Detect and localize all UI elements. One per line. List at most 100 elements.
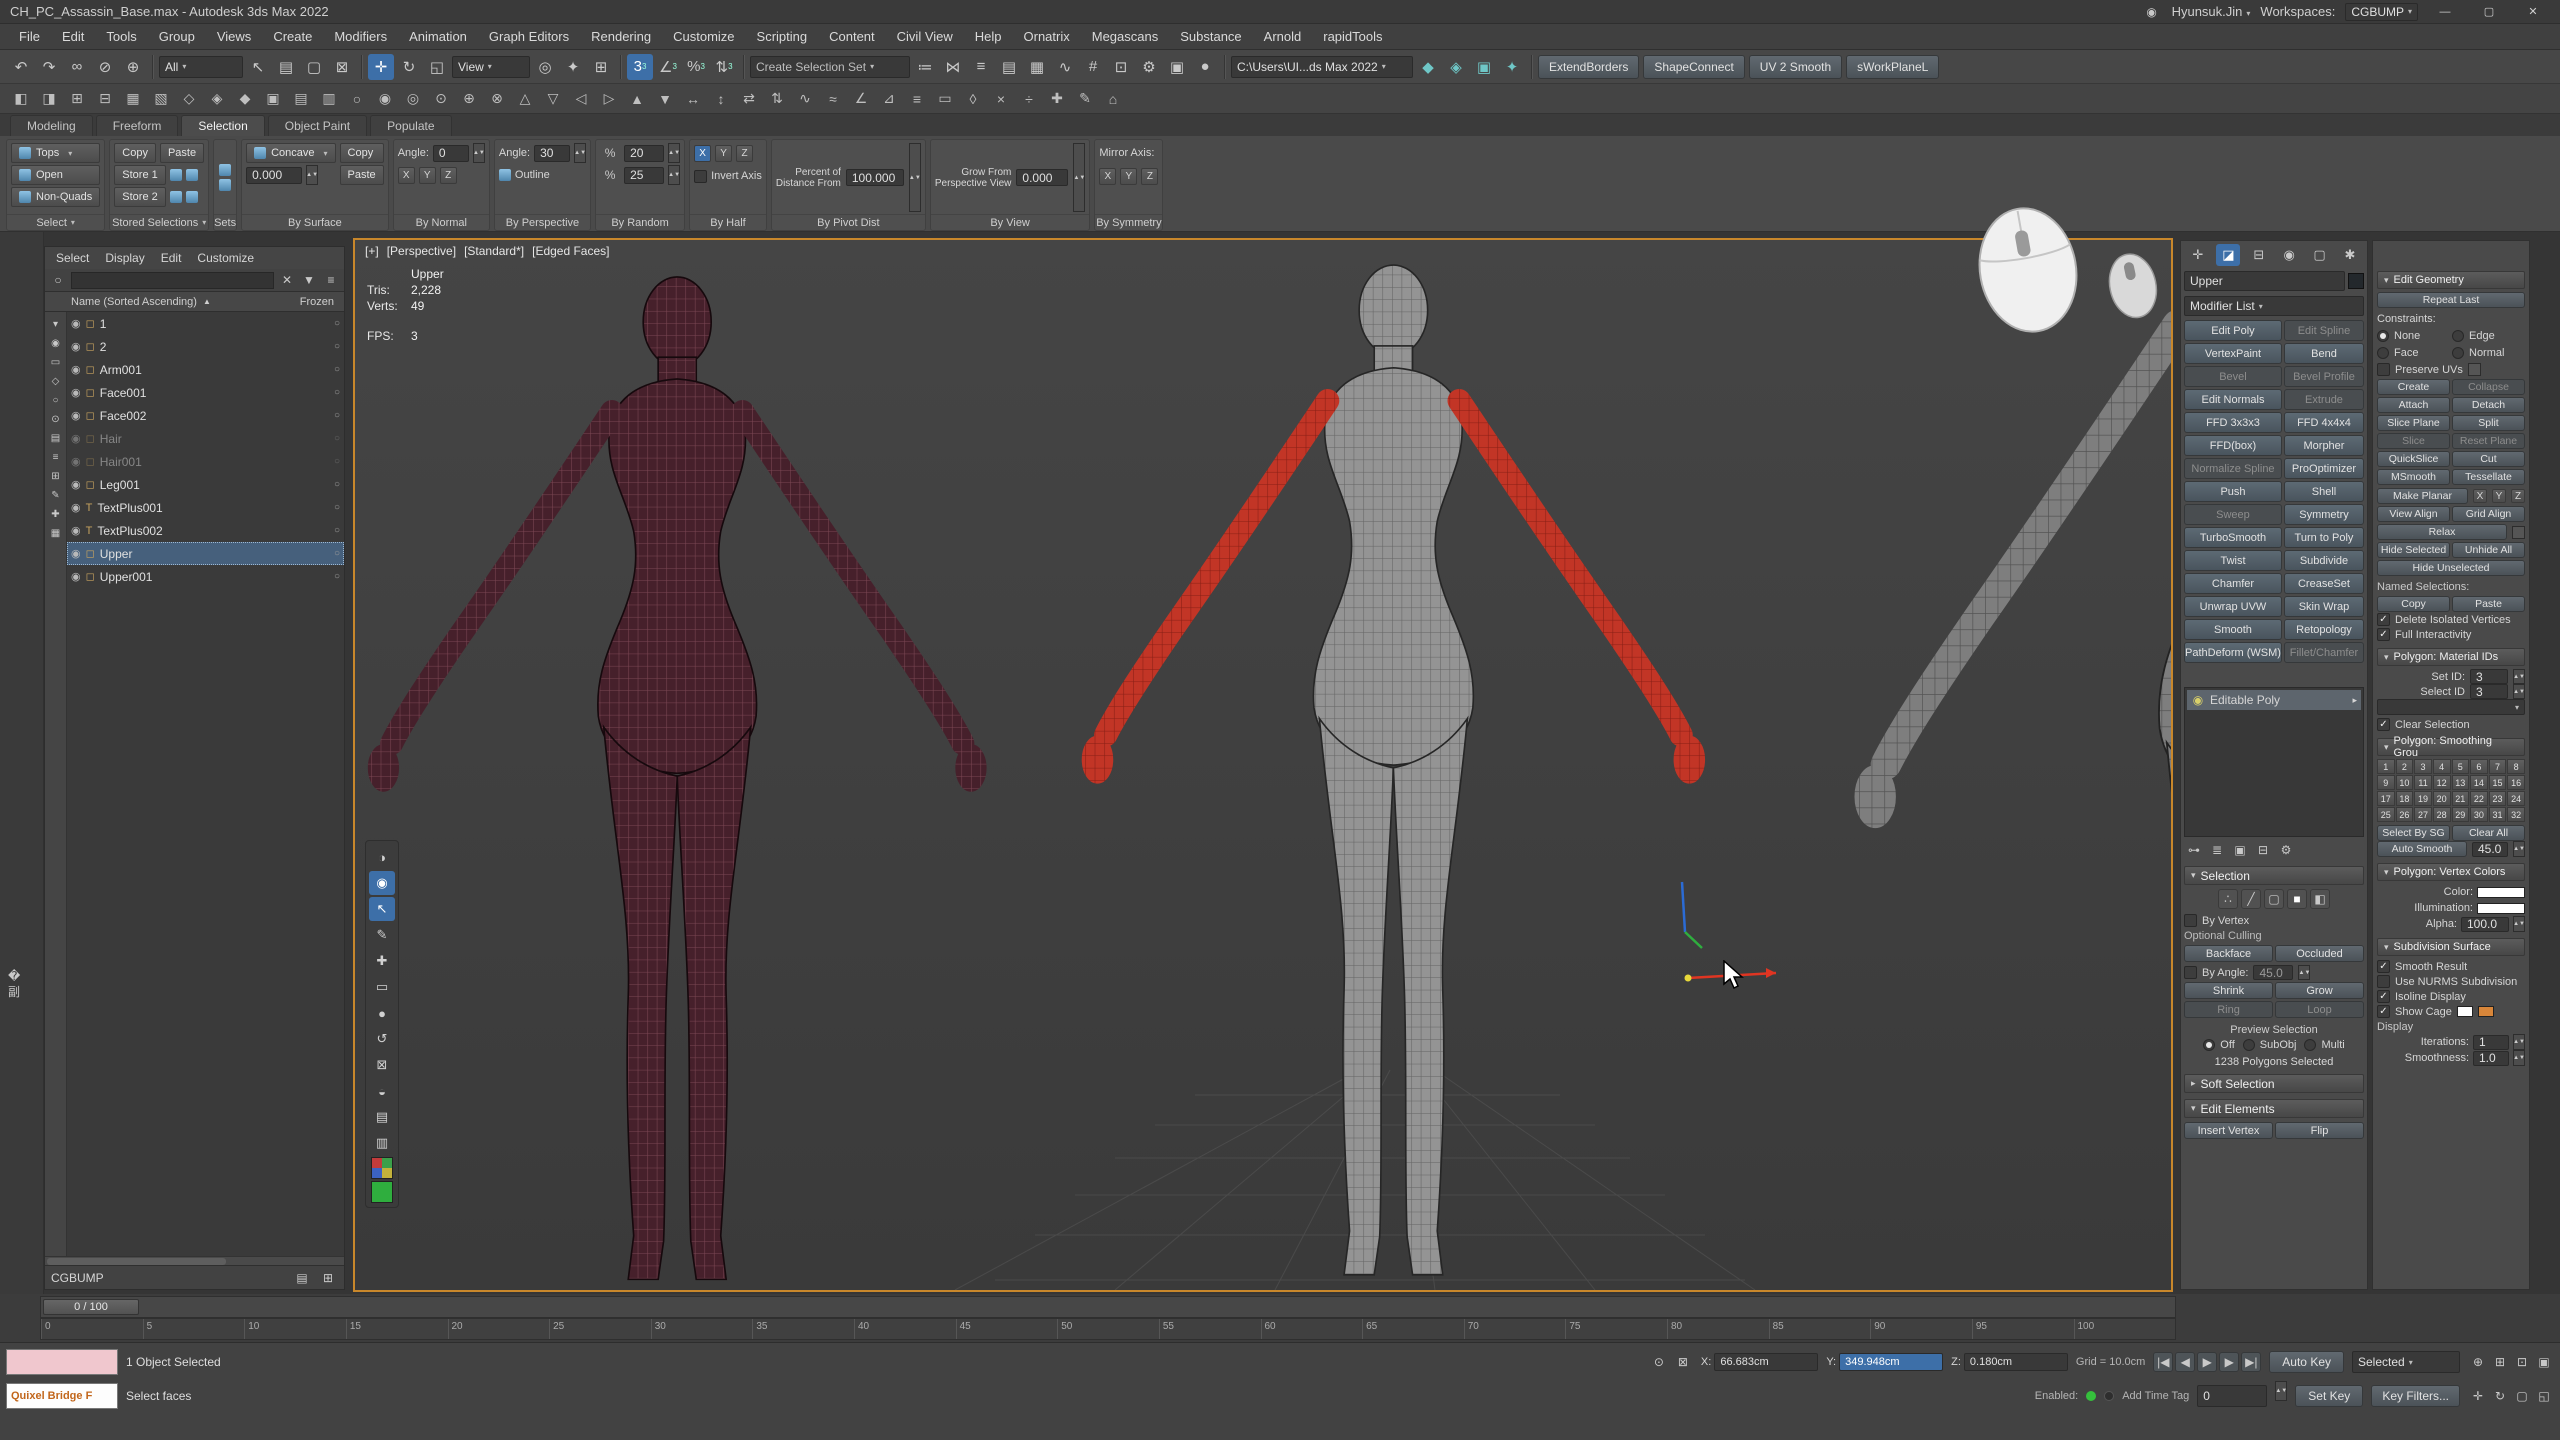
modifier-button[interactable]: Shell <box>2284 481 2364 502</box>
modifier-button[interactable]: Skin Wrap <box>2284 596 2364 617</box>
edit-named-sets-icon[interactable]: ≔ <box>912 54 938 80</box>
normal-axis-toggle[interactable]: X <box>398 167 415 184</box>
explorer-settings-icon[interactable]: ≡ <box>321 270 341 290</box>
preview-option[interactable]: SubObj <box>2243 1037 2297 1052</box>
surface-threshold-field[interactable]: 0.000 <box>246 167 302 184</box>
material-name-dropdown[interactable] <box>2377 699 2525 715</box>
undo-paint-icon[interactable]: ↺ <box>369 1027 395 1051</box>
frozen-toggle[interactable]: ○ <box>334 525 340 536</box>
custom-tool-icon[interactable]: ▣ <box>1471 54 1497 80</box>
unhide-all-button[interactable]: Unhide All <box>2452 542 2525 558</box>
Leg001[interactable]: ◉ ◻ Leg001 ○ <box>67 473 344 496</box>
smoothing-group-button[interactable]: 26 <box>2396 807 2414 822</box>
quixel-bridge-button[interactable]: Quixel Bridge F <box>6 1383 118 1409</box>
isolate-selection-icon[interactable]: ⊙ <box>1649 1352 1669 1372</box>
reset-plane-button[interactable]: Reset Plane <box>2452 433 2525 449</box>
percent-snap-icon[interactable]: % <box>683 54 709 80</box>
name-column-header[interactable]: Name (Sorted Ascending) <box>45 296 197 308</box>
redo-icon[interactable]: ↷ <box>36 54 62 80</box>
copy-named-selection-button[interactable]: Copy <box>2377 596 2450 612</box>
explorer-tool-icon[interactable]: ✎ <box>47 487 65 503</box>
occluded-button[interactable]: Occluded <box>2275 945 2364 962</box>
create-button[interactable]: Create <box>2377 379 2450 395</box>
orbit-icon[interactable]: ↻ <box>2490 1386 2510 1406</box>
make-unique-icon[interactable]: ▣ <box>2230 840 2250 860</box>
modifier-button[interactable]: Twist <box>2184 550 2282 571</box>
pan-icon[interactable]: ✛ <box>2468 1386 2488 1406</box>
menu-item[interactable]: rapidTools <box>1312 29 1393 44</box>
shrink-button[interactable]: Shrink <box>2184 982 2273 999</box>
visibility-eye-icon[interactable]: ◉ <box>71 432 81 445</box>
modifier-button[interactable]: CreaseSet <box>2284 573 2364 594</box>
smoothing-group-button[interactable]: 14 <box>2470 775 2488 790</box>
visibility-eye-icon[interactable]: ◉ <box>71 340 81 353</box>
random-percent-field[interactable]: 20 <box>624 145 664 162</box>
visibility-eye-icon[interactable]: ◉ <box>71 524 81 537</box>
polygon-mode-icon[interactable]: ■ <box>2287 889 2307 909</box>
align-icon[interactable]: ≡ <box>968 54 994 80</box>
1[interactable]: ◉ ◻ 1 ○ <box>67 312 344 335</box>
explorer-tool-icon[interactable]: ✚ <box>47 506 65 522</box>
modifier-button[interactable]: Normalize Spline <box>2184 458 2282 479</box>
frozen-toggle[interactable]: ○ <box>334 456 340 467</box>
modifier-button[interactable]: VertexPaint <box>2184 343 2282 364</box>
make-planar-button[interactable]: Make Planar <box>2377 488 2468 504</box>
coordinate-z-field[interactable]: 0.180cm <box>1964 1353 2068 1371</box>
slice-plane-button[interactable]: Slice Plane <box>2377 415 2450 431</box>
signed-in-user[interactable]: Hyunsuk.Jin <box>2172 4 2251 19</box>
maxscript-listener-top[interactable] <box>6 1349 118 1375</box>
modifier-list-dropdown[interactable]: Modifier List <box>2184 296 2364 316</box>
maximize-viewport-icon[interactable]: ▣ <box>2534 1352 2554 1372</box>
modifier-button[interactable]: Bevel Profile <box>2284 366 2364 387</box>
modifier-button[interactable]: Edit Poly <box>2184 320 2282 341</box>
polytool-icon[interactable]: ≈ <box>820 87 846 111</box>
vertex-mode-icon[interactable]: ∴ <box>2218 889 2238 909</box>
alpha-field[interactable]: 100.0 <box>2461 917 2509 932</box>
loop-button[interactable]: Loop <box>2275 1001 2364 1018</box>
docked-panel-icon[interactable]: �副 <box>8 974 28 994</box>
backface-button[interactable]: Backface <box>2184 945 2273 962</box>
visibility-eye-icon[interactable]: ◉ <box>71 547 81 560</box>
viewport-label-segment[interactable]: [Standard*] <box>464 244 524 258</box>
polytool-icon[interactable]: ▦ <box>120 87 146 111</box>
explorer-tool-icon[interactable]: ▭ <box>47 354 65 370</box>
polytool-icon[interactable]: △ <box>512 87 538 111</box>
polytool-icon[interactable]: ▭ <box>932 87 958 111</box>
frozen-toggle[interactable]: ○ <box>334 433 340 444</box>
time-slider-handle[interactable]: 0 / 100 <box>43 1299 139 1315</box>
explorer-menu-item[interactable]: Edit <box>154 251 189 265</box>
constraint-radio[interactable]: Face <box>2377 345 2450 360</box>
disabled-indicator[interactable] <box>2104 1391 2114 1401</box>
iterations-spinner[interactable]: ▲▼ <box>2513 1034 2525 1050</box>
smoothing-group-button[interactable]: 30 <box>2470 807 2488 822</box>
polytool-icon[interactable]: ⊙ <box>428 87 454 111</box>
menu-item[interactable]: Substance <box>1169 29 1252 44</box>
visibility-eye-icon[interactable]: ◉ <box>71 409 81 422</box>
script-button[interactable]: sWorkPlaneL <box>1846 55 1939 79</box>
hierarchy-tab-icon[interactable]: ⊟ <box>2247 244 2271 266</box>
smoothing-group-button[interactable]: 24 <box>2507 791 2525 806</box>
smoothing-group-button[interactable]: 31 <box>2489 807 2507 822</box>
grow-view-spinner[interactable]: ▲▼ <box>1073 143 1085 212</box>
cage-color-1[interactable] <box>2457 1006 2473 1017</box>
keyboard-override-icon[interactable]: ⊞ <box>588 54 614 80</box>
explorer-tool-icon[interactable]: ○ <box>47 392 65 408</box>
menu-item[interactable]: Create <box>262 29 323 44</box>
active-color-swatch[interactable] <box>371 1181 393 1203</box>
explorer-menu-item[interactable]: Display <box>98 251 151 265</box>
preview-option[interactable]: Multi <box>2304 1037 2344 1052</box>
ring-button[interactable]: Ring <box>2184 1001 2273 1018</box>
viewport-label-segment[interactable]: [Edged Faces] <box>532 244 609 258</box>
menu-item[interactable]: Views <box>206 29 262 44</box>
by-half-footer[interactable]: By Half <box>690 214 766 230</box>
polytool-icon[interactable]: ⊟ <box>92 87 118 111</box>
edge-mode-icon[interactable]: ╱ <box>2241 889 2261 909</box>
planar-y-button[interactable]: Y <box>2492 489 2506 503</box>
clear-selection-checkbox[interactable] <box>2377 718 2390 731</box>
angle-snap-icon[interactable]: ∠ <box>655 54 681 80</box>
custom-tool-icon[interactable]: ✦ <box>1499 54 1525 80</box>
time-slider[interactable]: 0 / 100 <box>40 1296 2176 1318</box>
pick-cursor-icon[interactable]: ↖ <box>369 897 395 921</box>
smoothing-group-button[interactable]: 18 <box>2396 791 2414 806</box>
smoothing-group-button[interactable]: 4 <box>2433 759 2451 774</box>
